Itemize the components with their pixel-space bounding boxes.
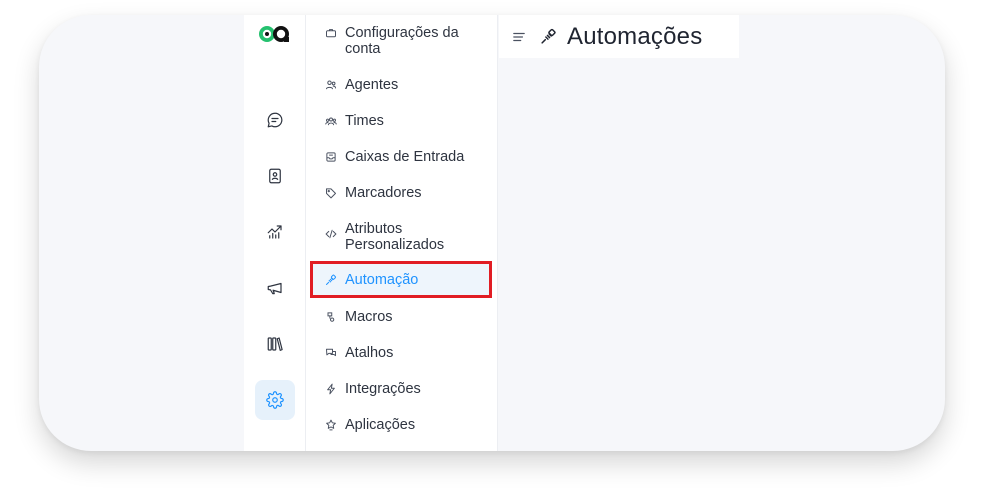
logo[interactable]: [258, 23, 292, 45]
sidebar-item-account-settings[interactable]: Configurações da conta: [310, 25, 490, 57]
sidebar-item-applications[interactable]: Aplicações: [310, 417, 490, 433]
app-window: Configurações da conta Agentes Times Cai…: [39, 15, 945, 451]
reports-nav-button[interactable]: [255, 212, 295, 252]
sidebar-item-label: Configurações da conta: [345, 25, 459, 57]
page-header: Automações: [499, 15, 739, 58]
sidebar-item-label: Times: [345, 113, 384, 129]
sidebar-item-custom-attributes[interactable]: Atributos Personalizados: [310, 221, 490, 253]
code-icon: [324, 227, 338, 241]
chat-icon: [267, 112, 283, 128]
campaigns-nav-button[interactable]: [255, 268, 295, 308]
sidebar-item-label: Integrações: [345, 381, 421, 397]
sidebar-item-teams[interactable]: Times: [310, 113, 490, 129]
macro-icon: [324, 310, 338, 324]
primary-sidebar: [244, 15, 306, 451]
automation-icon: [539, 28, 557, 46]
toggle-sidebar-button[interactable]: [511, 29, 527, 45]
sidebar-item-label: Atributos Personalizados: [345, 221, 445, 253]
sidebar-item-integrations[interactable]: Integrações: [310, 381, 490, 397]
reports-icon: [267, 225, 282, 239]
contacts-icon: [269, 168, 281, 184]
inbox-icon: [324, 150, 338, 164]
briefcase-icon: [324, 26, 338, 40]
sidebar-item-automation[interactable]: Automação: [310, 263, 490, 297]
tag-icon: [324, 186, 338, 200]
automation-icon: [324, 273, 338, 287]
sidebar-item-label: Aplicações: [345, 417, 416, 433]
settings-icon: [266, 391, 284, 409]
sidebar-item-label: Macros: [345, 309, 393, 325]
campaigns-icon: [267, 282, 282, 295]
flash-icon: [324, 382, 338, 396]
library-icon: [267, 337, 283, 351]
sidebar-item-label: Automação: [345, 272, 419, 288]
sidebar-item-labels[interactable]: Marcadores: [310, 185, 490, 201]
team-icon: [324, 114, 338, 128]
sidebar-item-label: Marcadores: [345, 185, 422, 201]
settings-nav-button[interactable]: [255, 380, 295, 420]
sidebar-item-label: Caixas de Entrada: [345, 149, 465, 165]
hamburger-icon: [513, 32, 525, 41]
sidebar-item-inboxes[interactable]: Caixas de Entrada: [310, 149, 490, 165]
conversations-nav-button[interactable]: [255, 100, 295, 140]
sidebar-item-label: Agentes: [345, 77, 399, 93]
chat-bubbles-icon: [324, 346, 338, 360]
sidebar-item-macros[interactable]: Macros: [310, 309, 490, 325]
sidebar-item-label: Atalhos: [345, 345, 394, 361]
library-nav-button[interactable]: [255, 324, 295, 364]
contacts-nav-button[interactable]: [255, 156, 295, 196]
settings-sidebar: Configurações da conta Agentes Times Cai…: [306, 15, 498, 451]
people-icon: [324, 78, 338, 92]
sidebar-item-shortcuts[interactable]: Atalhos: [310, 345, 490, 361]
sidebar-item-agents[interactable]: Agentes: [310, 77, 490, 93]
star-badge-icon: [324, 418, 338, 432]
page-title: Automações: [567, 22, 703, 50]
